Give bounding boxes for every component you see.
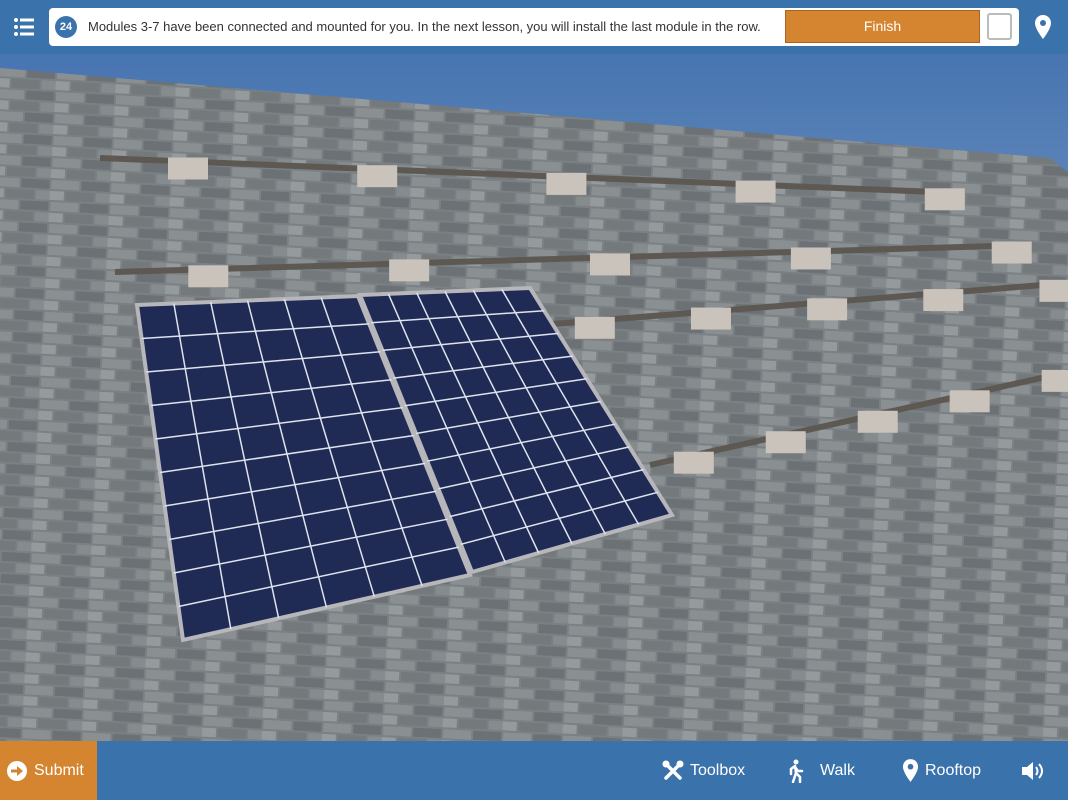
step-number-badge: 24 [55,16,77,38]
toolbox-label: Toolbox [690,761,746,779]
roof-flashing-mount [949,390,990,413]
roof-flashing-mount [735,180,776,203]
toolbox-button[interactable]: Toolbox [662,741,745,800]
submit-button[interactable]: Submit [0,741,97,800]
finish-button[interactable]: Finish [785,10,980,43]
roof-flashing-mount [857,410,898,433]
roof-flashing-mount [807,298,848,321]
walk-button[interactable]: Walk [786,741,855,800]
arrow-circle-right-icon [7,760,27,781]
roof-flashing-mount [923,289,964,312]
walk-label: Walk [820,761,855,779]
roof-flashing-mount [690,307,731,330]
location-pin-icon[interactable] [1034,15,1052,39]
lesson-instruction-panel: 24 Modules 3-7 have been connected and m… [49,8,1019,46]
roof-flashing-mount [590,253,631,276]
roof-flashing-mount [924,188,965,211]
roof-flashing-mount [546,172,587,195]
top-bar: 24 Modules 3-7 have been connected and m… [0,0,1068,54]
menu-list-icon[interactable] [12,15,36,39]
speaker-volume-icon [1022,761,1043,780]
roof-flashing-mount [389,259,430,282]
location-pin-icon [902,759,919,782]
roof-flashing-mount [168,157,208,180]
walking-person-icon [789,759,804,783]
roof-flashing-mount [574,316,615,339]
roof-flashing-mount [1041,369,1068,392]
rooftop-label: Rooftop [925,761,982,779]
complete-checkbox[interactable] [987,13,1012,40]
roof-flashing-mount [991,241,1032,264]
roof-flashing-mount [357,165,398,188]
tools-icon [662,760,684,780]
roof-flashing-mount [188,265,229,288]
rooftop-button[interactable]: Rooftop [902,741,981,800]
submit-label: Submit [34,761,84,779]
roof-flashing-mount [765,431,806,454]
roof-flashing-mount [673,451,714,474]
sound-toggle-button[interactable] [1020,741,1046,800]
roof-flashing-mount [1039,279,1068,302]
roof-3d-viewport[interactable] [0,0,1068,800]
bottom-toolbar: Submit Toolbox Walk Rooftop [0,741,1068,800]
roof-flashing-mount [790,247,831,270]
instruction-text: Modules 3-7 have been connected and moun… [88,19,761,34]
